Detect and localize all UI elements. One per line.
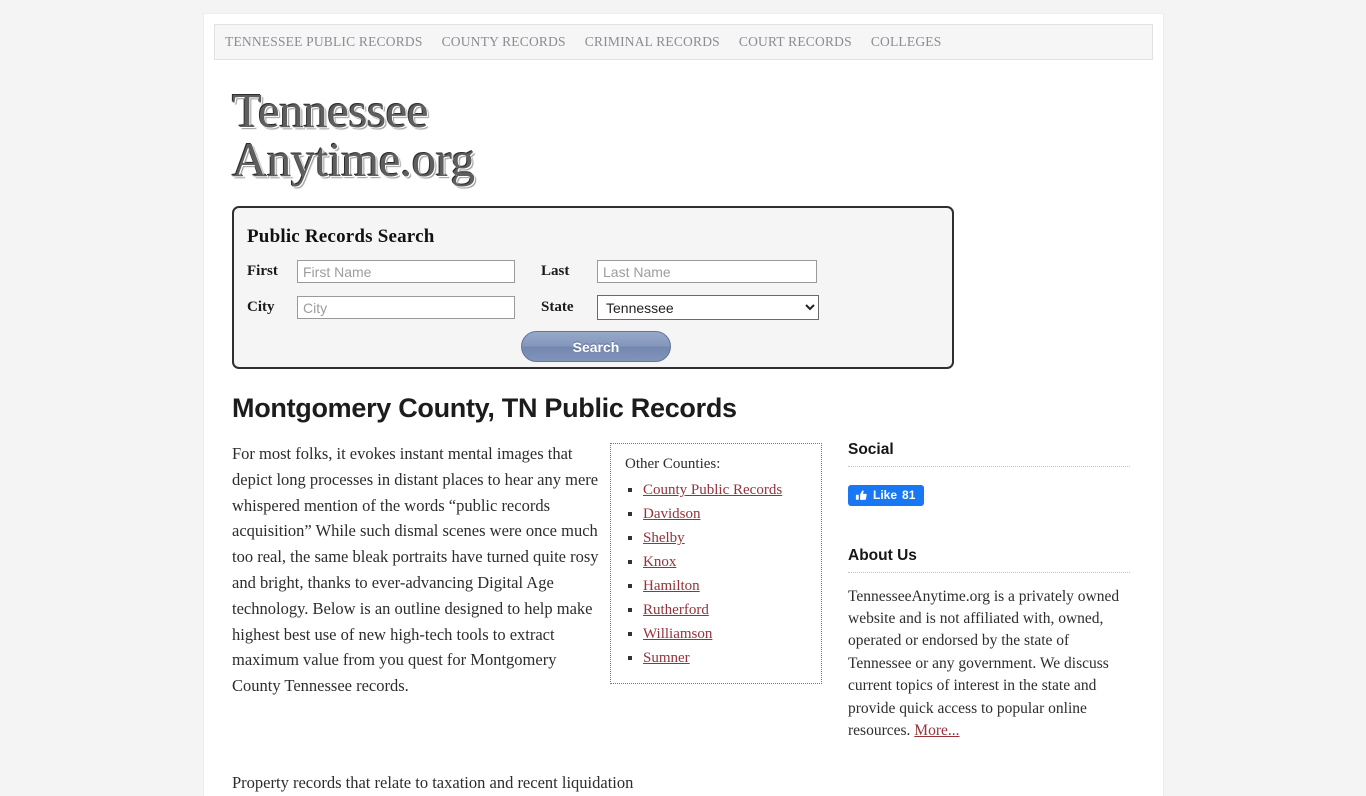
nav-item-court-records[interactable]: Court Records bbox=[739, 34, 852, 50]
list-item: Davidson bbox=[643, 505, 811, 523]
logo-line-2: Anytime.org bbox=[232, 132, 475, 187]
about-us-body: TennesseeAnytime.org is a privately owne… bbox=[848, 587, 1120, 739]
last-name-label: Last bbox=[541, 263, 570, 279]
search-button[interactable]: Search bbox=[521, 331, 671, 362]
facebook-like-button[interactable]: Like 81 bbox=[848, 485, 925, 506]
list-item: County Public Records bbox=[643, 481, 811, 499]
page-title: Montgomery County, TN Public Records bbox=[232, 393, 737, 423]
list-item: Rutherford bbox=[643, 601, 811, 619]
facebook-like-label: Like bbox=[873, 488, 898, 502]
first-name-input[interactable] bbox=[297, 260, 515, 283]
list-item: Hamilton bbox=[643, 577, 811, 595]
list-item: Williamson bbox=[643, 625, 811, 643]
county-link-hamilton[interactable]: Hamilton bbox=[643, 578, 700, 594]
county-link-county-public-records[interactable]: County Public Records bbox=[643, 482, 782, 498]
article-column: For most folks, it evokes instant mental… bbox=[232, 441, 602, 742]
county-link-shelby[interactable]: Shelby bbox=[643, 530, 685, 546]
state-label: State bbox=[541, 299, 574, 315]
county-link-rutherford[interactable]: Rutherford bbox=[643, 602, 709, 618]
facebook-like-count: 81 bbox=[902, 488, 916, 502]
main-navigation: Tennessee Public Records County Records … bbox=[214, 24, 1153, 60]
thumbs-up-icon bbox=[855, 489, 867, 500]
county-link-sumner[interactable]: Sumner bbox=[643, 650, 690, 666]
first-name-label: First bbox=[247, 263, 278, 279]
search-row-names: First Last bbox=[247, 260, 952, 283]
other-counties-box: Other Counties: County Public Records Da… bbox=[610, 443, 822, 684]
list-item: Sumner bbox=[643, 649, 811, 667]
search-panel-title: Public Records Search bbox=[247, 226, 435, 247]
other-counties-list: County Public Records Davidson Shelby Kn… bbox=[619, 481, 811, 667]
nav-item-criminal-records[interactable]: Criminal Records bbox=[585, 34, 720, 50]
about-us-heading: About Us bbox=[848, 547, 1130, 573]
about-us-text: TennesseeAnytime.org is a privately owne… bbox=[848, 586, 1130, 743]
nav-item-county-records[interactable]: County Records bbox=[442, 34, 566, 50]
city-label: City bbox=[247, 299, 275, 315]
state-select[interactable]: Tennessee bbox=[597, 295, 819, 320]
article-paragraph-2: Property records that relate to taxation… bbox=[232, 773, 634, 793]
site-logo[interactable]: Tennessee Anytime.org bbox=[232, 86, 532, 184]
public-records-search-panel: Public Records Search First Last City St… bbox=[232, 206, 954, 369]
about-us-block: About Us TennesseeAnytime.org is a priva… bbox=[848, 547, 1130, 743]
county-link-williamson[interactable]: Williamson bbox=[643, 626, 712, 642]
county-link-davidson[interactable]: Davidson bbox=[643, 506, 701, 522]
list-item: Shelby bbox=[643, 529, 811, 547]
list-item: Knox bbox=[643, 553, 811, 571]
article-paragraph-1: For most folks, it evokes instant mental… bbox=[232, 444, 599, 696]
county-link-knox[interactable]: Knox bbox=[643, 554, 676, 570]
page-container: Tennessee Public Records County Records … bbox=[204, 14, 1163, 796]
logo-line-1: Tennessee bbox=[232, 83, 429, 138]
search-row-location: City State Tennessee bbox=[247, 295, 952, 320]
nav-item-colleges[interactable]: Colleges bbox=[871, 34, 942, 50]
other-counties-title: Other Counties: bbox=[625, 456, 721, 472]
about-us-more-link[interactable]: More... bbox=[914, 722, 959, 739]
right-sidebar: Social Like 81 About Us TennesseeAnytime… bbox=[848, 441, 1130, 742]
nav-item-tennessee-public-records[interactable]: Tennessee Public Records bbox=[225, 34, 423, 50]
last-name-input[interactable] bbox=[597, 260, 817, 283]
content-area: For most folks, it evokes instant mental… bbox=[232, 441, 1142, 742]
city-input[interactable] bbox=[297, 296, 515, 319]
facebook-like-widget: Like 81 bbox=[848, 485, 1130, 507]
social-heading: Social bbox=[848, 441, 1130, 467]
